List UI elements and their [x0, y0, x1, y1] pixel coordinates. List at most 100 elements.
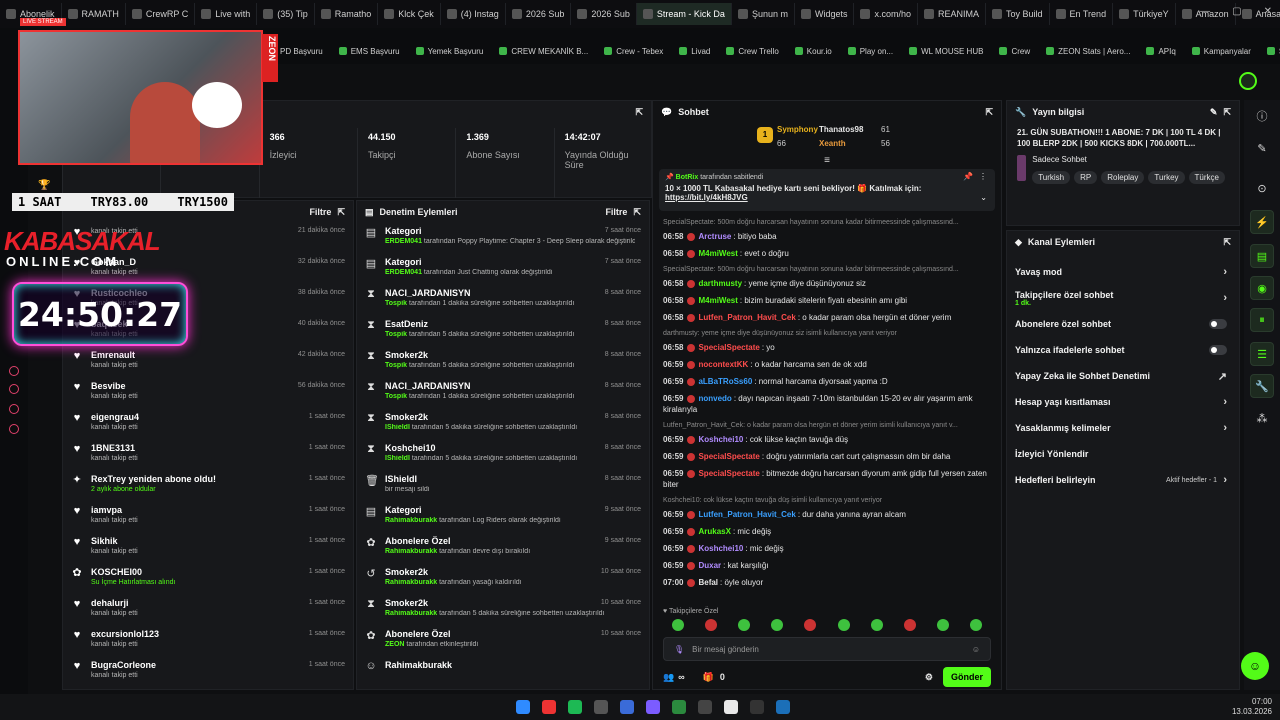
bookmark-item[interactable]: EMS Başvuru — [338, 47, 400, 56]
popout-icon[interactable]: ⇱ — [633, 207, 641, 218]
moderation-actor[interactable]: Rahimakburakk — [385, 517, 437, 524]
browser-tab[interactable]: TürkiyeY — [1113, 3, 1176, 25]
emote-icon[interactable] — [970, 619, 983, 631]
emote-icon[interactable] — [837, 619, 850, 631]
chat-username[interactable]: ArukasX — [698, 527, 730, 536]
bookmark-item[interactable]: Streamer Panel — [1266, 47, 1280, 56]
stream-tag[interactable]: Turkey — [1148, 171, 1185, 184]
emote-icon[interactable] — [671, 619, 684, 631]
support-chat-button[interactable]: ☺ — [1241, 652, 1269, 680]
taskbar-app-icon[interactable] — [698, 700, 712, 714]
minimize-icon[interactable]: — — [1200, 6, 1210, 17]
bookmark-item[interactable]: Yemek Başvuru — [415, 47, 483, 56]
moderation-actor[interactable]: Tospik — [385, 300, 407, 307]
target-icon[interactable]: ⊙ — [1250, 176, 1274, 200]
popout-icon[interactable]: ⇱ — [985, 107, 993, 118]
moderation-title[interactable]: Smoker2k — [385, 412, 577, 422]
moderation-actor[interactable]: Tospik — [385, 362, 407, 369]
popout-icon[interactable]: ⇱ — [635, 107, 643, 118]
bookmark-item[interactable]: Livad — [679, 47, 710, 56]
moderation-title[interactable]: NACI_JARDANISYN — [385, 381, 574, 391]
channel-action-row[interactable]: Yavaş mod › — [1007, 259, 1239, 285]
chat-username[interactable]: Arctruse — [698, 232, 731, 241]
filter-button[interactable]: Filtre — [309, 207, 331, 217]
edit-icon[interactable]: ✎ — [1210, 107, 1218, 118]
bookmark-item[interactable]: WL MOUSE HUB — [909, 47, 983, 56]
channel-action-row[interactable]: İzleyici Yönlendir — [1007, 441, 1239, 467]
browser-tab[interactable]: 2026 Sub — [571, 3, 637, 25]
pause-icon[interactable]: ⏸ — [1250, 308, 1274, 332]
taskbar-app-icon[interactable] — [724, 700, 738, 714]
emote-icon[interactable] — [937, 619, 950, 631]
activity-user[interactable]: BugraCorleone — [91, 660, 156, 670]
stream-tag[interactable]: Türkçe — [1188, 171, 1225, 184]
apps-icon[interactable]: ⁂ — [1250, 406, 1274, 430]
activity-user[interactable]: KOSCHEI00 — [91, 567, 175, 577]
pinned-message[interactable]: 📌 BotRix tarafından sabitlendi 10 × 1000… — [659, 169, 995, 211]
popout-icon[interactable]: ⇱ — [337, 207, 345, 218]
emoji-icon[interactable]: ☺ — [972, 645, 980, 654]
chat-username[interactable]: M4miWest — [698, 296, 737, 305]
emote-icon[interactable] — [870, 619, 883, 631]
bookmark-item[interactable]: Play on... — [847, 47, 893, 56]
info-icon[interactable]: ⓘ — [1250, 104, 1274, 128]
bolt-icon[interactable]: ⚡ — [1250, 210, 1274, 234]
taskbar-app-icon[interactable] — [646, 700, 660, 714]
unpin-icon[interactable]: 📌 — [963, 172, 973, 181]
settings-icon[interactable]: ⚙ — [925, 672, 933, 683]
browser-tab[interactable]: RAMATH — [62, 3, 126, 25]
chat-username[interactable]: nonvedo — [698, 394, 731, 403]
browser-tab[interactable]: x.com/ho — [854, 3, 918, 25]
activity-user[interactable]: 1BNE3131 — [91, 443, 138, 453]
moderation-title[interactable]: Abonelere Özel — [385, 536, 530, 546]
users-icon[interactable]: 👥 — [663, 672, 674, 683]
moderation-actor[interactable]: Rahimakburakk — [385, 579, 437, 586]
browser-tab[interactable]: (4) Instag — [441, 3, 506, 25]
emote-icon[interactable] — [804, 619, 817, 631]
notes-icon[interactable]: ▤ — [1250, 244, 1274, 268]
pinned-link[interactable]: https://bit.ly/4kH8JVG — [665, 193, 989, 202]
chat-username[interactable]: M4miWest — [698, 249, 737, 258]
bookmark-item[interactable]: APIq — [1146, 47, 1176, 56]
gift-icon[interactable]: 🎁 — [703, 672, 714, 683]
emote-icon[interactable] — [903, 619, 916, 631]
emote-icon[interactable] — [704, 619, 717, 631]
chat-username[interactable]: SpecialSpectate — [698, 343, 759, 352]
wrench-icon[interactable]: 🔧 — [1250, 374, 1274, 398]
moderation-title[interactable]: NACI_JARDANISYN — [385, 288, 574, 298]
rail-icon[interactable] — [9, 384, 19, 394]
bookmark-item[interactable]: CREW MEKANİK B... — [499, 47, 588, 56]
toggle-switch[interactable] — [1209, 319, 1227, 329]
activity-user[interactable]: Besvibe — [91, 381, 138, 391]
moderation-actor[interactable]: IShieldI — [385, 455, 410, 462]
channel-action-row[interactable]: Hesap yaşı kısıtlaması › — [1007, 389, 1239, 415]
leaderboard-name[interactable]: Thanatos98 — [819, 125, 863, 134]
emote-icon[interactable] — [771, 619, 784, 631]
moderation-actor[interactable]: Rahimakburakk — [385, 610, 437, 617]
taskbar-app-icon[interactable] — [672, 700, 686, 714]
rail-icon[interactable] — [9, 424, 19, 434]
activity-user[interactable]: excursionlol123 — [91, 629, 159, 639]
moderation-title[interactable]: Kategori — [385, 257, 552, 267]
chat-username[interactable]: Lutfen_Patron_Havit_Cek — [698, 510, 795, 519]
rail-icon[interactable] — [9, 404, 19, 414]
chevron-down-icon[interactable]: ⌄ — [980, 193, 987, 202]
bookmark-item[interactable]: Crew — [999, 47, 1030, 56]
close-icon[interactable]: ✕ — [1264, 6, 1272, 17]
channel-action-row[interactable]: Hedefleri belirleyin Aktif hedefler - 1 › — [1007, 467, 1239, 493]
browser-tab[interactable]: Klck Çek — [378, 3, 441, 25]
send-button[interactable]: Gönder — [942, 667, 991, 687]
leaderboard-name[interactable]: Symphony — [777, 125, 818, 134]
taskbar-app-icon[interactable] — [620, 700, 634, 714]
leaderboard-name[interactable]: Xeanth — [819, 139, 846, 148]
moderation-actor[interactable]: Tospik — [385, 331, 407, 338]
activity-user[interactable]: dehalurji — [91, 598, 138, 608]
taskbar-app-icon[interactable] — [516, 700, 530, 714]
mic-icon[interactable]: 🎙 — [674, 645, 684, 654]
category-name[interactable]: Sadece Sohbet — [1032, 155, 1229, 164]
moderation-actor[interactable]: ERDEM041 — [385, 269, 422, 276]
moderation-actor[interactable]: ZEON — [385, 641, 404, 648]
moderation-actor[interactable]: ERDEM041 — [385, 238, 422, 245]
moderation-title[interactable]: Rahimakburakk — [385, 660, 452, 670]
chat-menu-icon[interactable]: ≡ — [653, 155, 1001, 169]
